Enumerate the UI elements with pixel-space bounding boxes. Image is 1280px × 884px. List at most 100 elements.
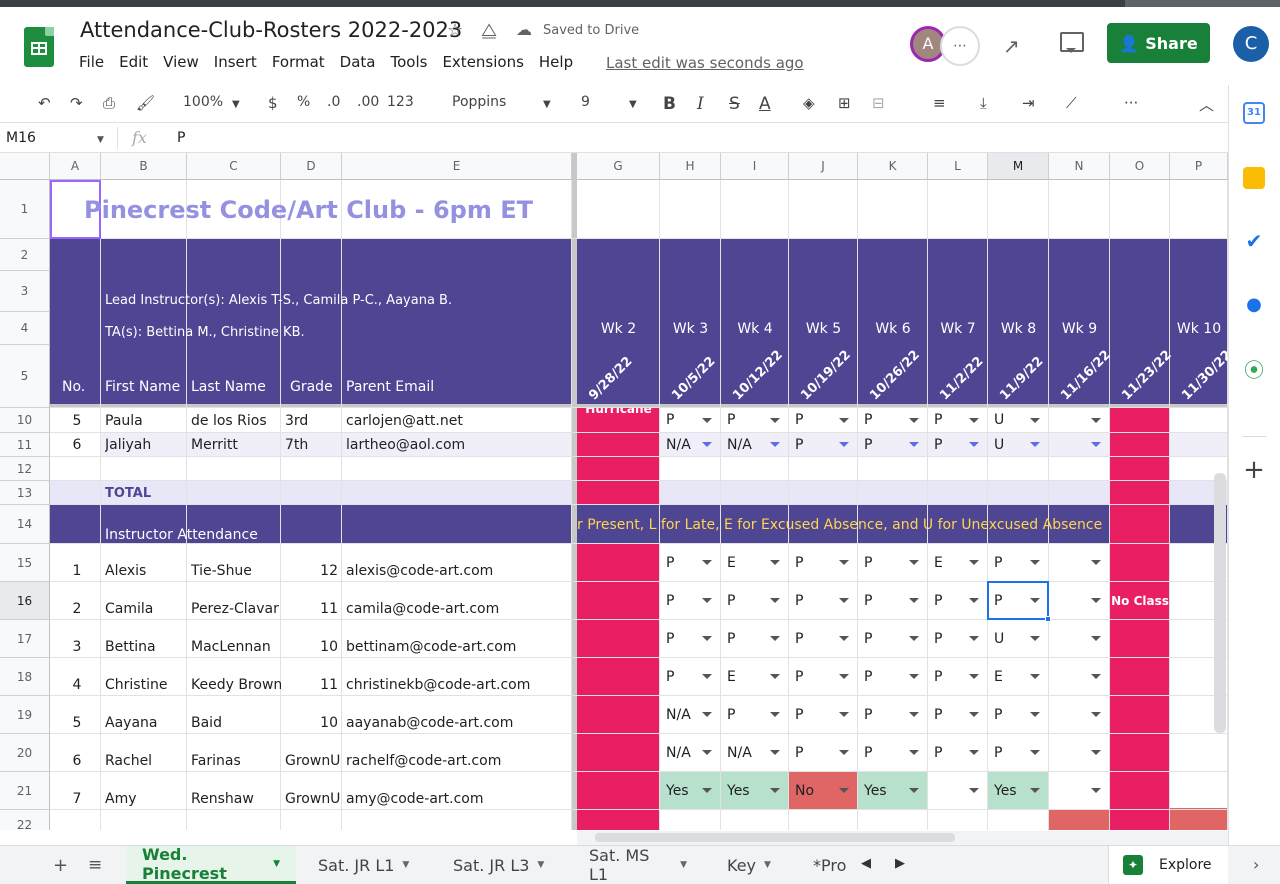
dropdown-chevron-icon[interactable] — [969, 750, 979, 755]
dropdown-chevron-icon[interactable] — [1091, 674, 1101, 679]
attendance-dropdown[interactable]: P — [858, 433, 927, 456]
attendance-dropdown[interactable]: P — [858, 658, 927, 695]
contacts-icon[interactable]: ● — [1243, 294, 1265, 316]
attendance-dropdown[interactable]: P — [660, 658, 720, 695]
dropdown-chevron-icon[interactable] — [770, 560, 780, 565]
dropdown-chevron-icon[interactable] — [839, 442, 849, 447]
column-header[interactable]: L — [928, 153, 988, 180]
attendance-dropdown[interactable]: E — [988, 658, 1048, 695]
dropdown-chevron-icon[interactable] — [909, 750, 919, 755]
vertical-align-icon[interactable]: ⤓ — [980, 94, 987, 112]
dropdown-chevron-icon[interactable] — [909, 560, 919, 565]
tab-menu-chevron-icon[interactable]: ▼ — [273, 859, 280, 869]
dropdown-chevron-icon[interactable] — [969, 636, 979, 641]
dropdown-chevron-icon[interactable] — [839, 417, 849, 423]
menu-item[interactable]: File — [79, 53, 104, 71]
more-formats[interactable]: 123 — [387, 94, 414, 110]
add-sheet-icon[interactable]: + — [53, 855, 68, 876]
column-header[interactable]: N — [1049, 153, 1110, 180]
attendance-dropdown[interactable]: P — [928, 658, 987, 695]
dropdown-chevron-icon[interactable] — [909, 712, 919, 717]
sheet-tab[interactable]: Wed. Pinecrest ▼ — [126, 845, 296, 884]
dropdown-chevron-icon[interactable] — [1030, 712, 1040, 717]
dropdown-chevron-icon[interactable] — [702, 750, 712, 755]
spreadsheet-grid[interactable]: A B C D E G H I J K L M N O P 1 2 3 4 5 10 11 12 13 14 15 16 17 18 19… — [0, 153, 1228, 830]
row-header[interactable]: 22 — [0, 810, 50, 830]
attendance-dropdown[interactable]: P — [789, 734, 857, 771]
star-icon[interactable]: ☆ — [447, 20, 463, 41]
attendance-dropdown[interactable] — [1049, 544, 1109, 581]
row-header[interactable]: 10 — [0, 408, 50, 433]
attendance-dropdown[interactable] — [1049, 582, 1109, 619]
column-header[interactable]: I — [721, 153, 789, 180]
dropdown-chevron-icon[interactable] — [969, 674, 979, 679]
text-rotation-icon[interactable]: ⟋ — [1066, 94, 1077, 112]
dropdown-chevron-icon[interactable] — [969, 560, 979, 565]
activity-trend-icon[interactable]: ↗ — [1003, 34, 1020, 58]
attendance-dropdown[interactable]: P — [858, 582, 927, 619]
dropdown-chevron-icon[interactable] — [909, 442, 919, 447]
dropdown-chevron-icon[interactable] — [839, 788, 849, 793]
dropdown-chevron-icon[interactable] — [702, 417, 712, 423]
dropdown-chevron-icon[interactable] — [1030, 417, 1040, 423]
formula-input[interactable]: P — [177, 130, 185, 146]
column-header[interactable]: K — [858, 153, 928, 180]
tasks-icon[interactable]: ✔ — [1243, 230, 1265, 252]
attendance-dropdown[interactable] — [1049, 772, 1109, 809]
attendance-dropdown[interactable]: P — [858, 696, 927, 733]
dropdown-chevron-icon[interactable] — [702, 560, 712, 565]
attendance-dropdown[interactable]: U — [988, 408, 1048, 432]
sheet-tab[interactable]: *Pro — [797, 846, 847, 884]
print-icon[interactable]: ⎙ — [103, 94, 115, 112]
dropdown-chevron-icon[interactable] — [1030, 442, 1040, 447]
dropdown-chevron-icon[interactable] — [969, 598, 979, 603]
attendance-dropdown[interactable]: N/A — [721, 433, 788, 456]
menu-item[interactable]: Insert — [214, 53, 257, 71]
dropdown-chevron-icon[interactable] — [839, 674, 849, 679]
dropdown-chevron-icon[interactable] — [969, 417, 979, 423]
dropdown-chevron-icon[interactable] — [839, 750, 849, 755]
add-addon-icon[interactable]: + — [1243, 457, 1265, 483]
strikethrough-button[interactable]: S — [729, 94, 740, 114]
row-header[interactable]: 5 — [0, 345, 50, 408]
attendance-dropdown[interactable]: U — [988, 433, 1048, 456]
text-wrap-icon[interactable]: ⇥ — [1022, 94, 1035, 112]
column-header[interactable]: G — [577, 153, 660, 180]
row-header[interactable]: 14 — [0, 505, 50, 544]
sheets-logo-icon[interactable] — [24, 27, 54, 67]
attendance-dropdown[interactable] — [1049, 696, 1109, 733]
attendance-dropdown[interactable]: N/A — [660, 734, 720, 771]
dropdown-chevron-icon[interactable] — [770, 442, 780, 447]
dropdown-chevron-icon[interactable] — [839, 560, 849, 565]
freeze-divider[interactable] — [572, 153, 577, 830]
dropdown-chevron-icon[interactable] — [1030, 636, 1040, 641]
attendance-dropdown[interactable]: E — [928, 544, 987, 581]
column-header[interactable]: H — [660, 153, 721, 180]
select-all-corner[interactable] — [0, 153, 50, 180]
row-header[interactable]: 11 — [0, 433, 50, 457]
scroll-tabs-left-icon[interactable]: ◀ — [861, 856, 871, 871]
dropdown-chevron-icon[interactable] — [909, 417, 919, 423]
dropdown-chevron-icon[interactable] — [1030, 674, 1040, 679]
attendance-dropdown[interactable] — [1049, 433, 1109, 456]
dropdown-chevron-icon[interactable] — [702, 712, 712, 717]
dropdown-chevron-icon[interactable] — [702, 674, 712, 679]
redo-icon[interactable]: ↷ — [70, 94, 83, 112]
menu-item[interactable]: Help — [539, 53, 573, 71]
dropdown-chevron-icon[interactable] — [969, 712, 979, 717]
attendance-dropdown[interactable]: P — [928, 582, 987, 619]
attendance-dropdown[interactable]: P — [660, 620, 720, 657]
column-header[interactable]: J — [789, 153, 858, 180]
attendance-dropdown[interactable]: P — [928, 696, 987, 733]
attendance-dropdown[interactable] — [1049, 734, 1109, 771]
dropdown-chevron-icon[interactable] — [770, 788, 780, 793]
dropdown-chevron-icon[interactable] — [839, 636, 849, 641]
dropdown-chevron-icon[interactable] — [1091, 636, 1101, 641]
column-header[interactable]: E — [342, 153, 572, 180]
attendance-dropdown[interactable] — [1049, 620, 1109, 657]
document-title[interactable]: Attendance-Club-Rosters 2022-2023 — [80, 18, 462, 42]
sheet-tab[interactable]: Key ▼ — [711, 846, 793, 884]
dropdown-chevron-icon[interactable] — [1030, 750, 1040, 755]
sheet-tab[interactable]: Sat. JR L3 ▼ — [437, 846, 567, 884]
attendance-dropdown[interactable]: P — [789, 658, 857, 695]
